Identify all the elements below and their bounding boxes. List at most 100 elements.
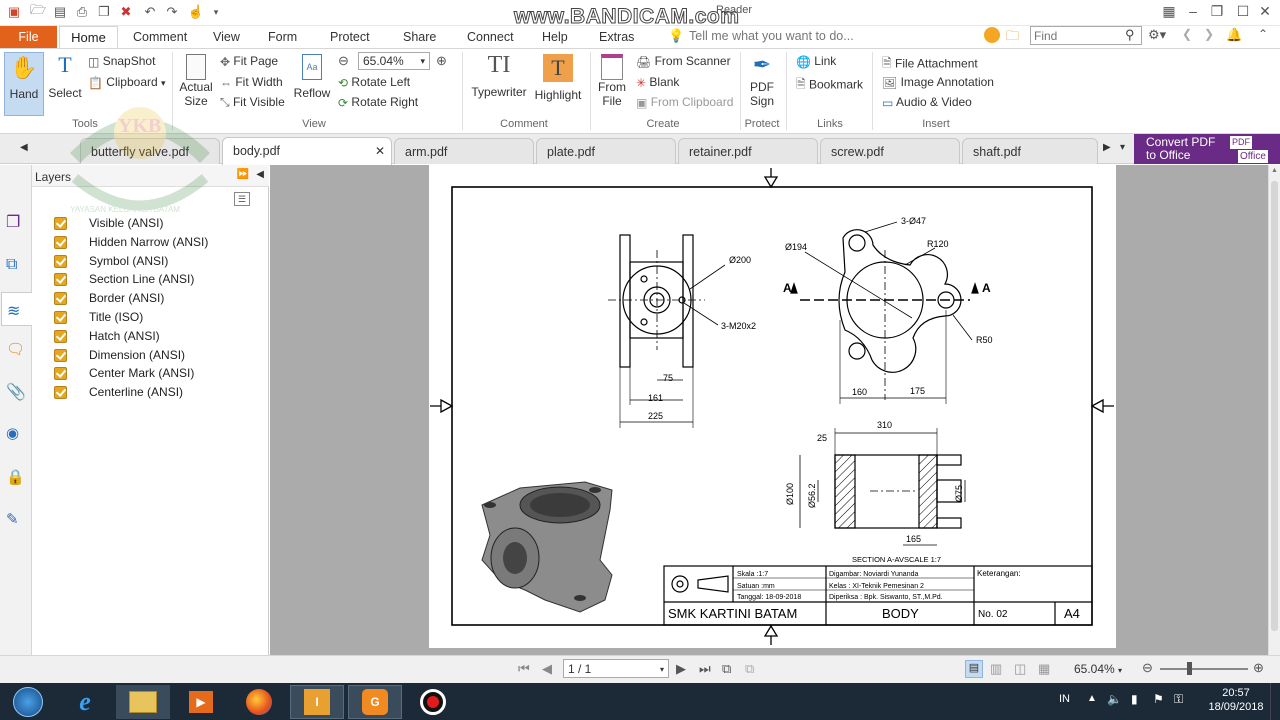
status-zoom-in-icon[interactable]: ⊕ [1253,660,1264,676]
taskbar-firefox[interactable] [232,685,286,719]
redo-icon[interactable]: ↷ [164,4,180,20]
tab-help[interactable]: Help [542,30,568,44]
tray-clock[interactable]: 20:57 18/09/2018 [1208,686,1264,714]
maximize-icon[interactable]: ☐ [1234,3,1252,21]
print-icon[interactable]: ⎙ [74,4,90,20]
tab-form[interactable]: Form [268,30,297,44]
typewriter-button[interactable]: TI Typewriter [470,52,528,116]
layer-checkbox[interactable] [54,329,67,343]
layer-item[interactable]: Symbol (ANSI) [54,252,168,270]
tab-protect[interactable]: Protect [330,30,370,44]
fit-width-button[interactable]: ⇔ Fit Width [220,75,283,90]
layer-item[interactable]: Hidden Narrow (ANSI) [54,233,208,251]
tab-view[interactable]: View [213,30,240,44]
vertical-scrollbar[interactable]: ▲ [1268,165,1280,655]
clipboard-button[interactable]: 📋 Clipboard ▾ [88,75,166,90]
bookmarks-icon[interactable]: ⧉ [6,256,26,276]
zoom-slider-thumb[interactable] [1187,662,1192,675]
tabs-list-icon[interactable]: ▾ [1120,142,1125,153]
layer-item[interactable]: Center Mark (ANSI) [54,364,194,382]
tell-me-search[interactable]: Tell me what you want to do... [689,29,854,43]
zoom-in-icon[interactable]: ⊕ [436,53,447,69]
last-page-icon[interactable]: ⏭ [699,661,711,677]
prev-page-icon[interactable]: ◀ [542,661,552,677]
from-file-button[interactable]: From File [596,52,628,116]
undo-icon[interactable]: ↶ [142,4,158,20]
actual-size-button[interactable]: Actual Size [178,52,214,116]
tabs-scroll-left-icon[interactable]: ◀ [20,142,28,153]
taskbar-bandicam[interactable] [406,685,460,719]
link-button[interactable]: 🌐 Link [796,54,836,69]
close-window-icon[interactable]: ✕ [1256,3,1274,21]
show-desktop-button[interactable] [1270,683,1280,720]
layer-checkbox[interactable] [54,216,67,230]
file-attachment-button[interactable]: 🗎 File Attachment [882,54,978,75]
select-button[interactable]: T Select [48,52,82,116]
smiley-icon[interactable] [984,27,1000,43]
attachments-icon[interactable]: 📎 [6,382,26,402]
customize-arrow-icon[interactable]: ▾ [208,4,224,20]
hand-small-icon[interactable]: ☝ [188,4,204,20]
tab-doc[interactable]: plate.pdf [536,138,676,164]
forward-nav-icon[interactable]: ❯ [1204,27,1214,41]
snapshot-button[interactable]: ◫ SnapShot [88,54,155,69]
tray-arrow-icon[interactable]: ▲ [1087,693,1097,704]
fit-page-button[interactable]: ✥ Fit Page [220,54,278,69]
find-folder-icon[interactable]: 🗀 [1006,27,1019,49]
tabs-scroll-right-icon[interactable]: ▶ [1103,142,1111,153]
layer-item[interactable]: Title (ISO) [54,308,143,326]
layer-checkbox[interactable] [54,385,67,399]
rotate-left-button[interactable]: ⟲ Rotate Left [338,75,410,90]
taskbar-media-player[interactable]: ▶ [174,685,228,719]
comments-icon[interactable]: 🗨 [6,340,26,360]
layer-item[interactable]: Section Line (ANSI) [54,270,194,288]
layer-options-icon[interactable]: ☰ [234,192,250,206]
tab-close-icon[interactable]: ✕ [375,144,385,158]
image-annotation-button[interactable]: 🖼 Image Annotation [882,75,994,90]
highlight-button[interactable]: T Highlight [534,52,582,116]
status-zoom-out-icon[interactable]: ⊖ [1142,660,1153,676]
continuous-facing-icon[interactable]: ▦ [1038,661,1050,677]
tray-power-icon[interactable]: ⚿ [1174,692,1183,707]
tray-network-icon[interactable]: ▮ [1131,692,1138,706]
taskbar-ie[interactable]: e [58,685,112,719]
tab-doc[interactable]: screw.pdf [820,138,960,164]
panel-expand-icon[interactable]: ⏩ [237,169,249,180]
ribbon-layout-icon[interactable]: ▦ [1160,3,1178,21]
back-nav-icon[interactable]: ❮ [1182,27,1192,41]
tray-language[interactable]: IN [1059,693,1070,705]
tab-extras[interactable]: Extras [599,30,634,44]
bell-icon[interactable]: 🔔 [1226,27,1242,43]
tab-doc[interactable]: shaft.pdf [962,138,1098,164]
start-button[interactable] [0,685,56,719]
layer-checkbox[interactable] [54,348,67,362]
tab-share[interactable]: Share [403,30,436,44]
layer-checkbox[interactable] [54,235,67,249]
extract-icon[interactable]: ⧉ [745,661,754,677]
panel-collapse-icon[interactable]: ◀ [256,169,264,180]
tab-doc[interactable]: retainer.pdf [678,138,818,164]
ribbon-collapse-icon[interactable]: ⌃ [1258,27,1268,41]
audio-video-button[interactable]: ▭ Audio & Video [882,95,972,110]
taskbar-explorer[interactable] [116,685,170,719]
save-icon[interactable]: ▤ [52,4,68,20]
tab-comment[interactable]: Comment [133,30,187,44]
restore-icon[interactable]: ❐ [1208,3,1226,21]
layer-checkbox[interactable] [54,366,67,380]
zoom-select[interactable]: 65.04% ▾ [358,52,430,70]
tab-doc-active[interactable]: body.pdf ✕ [222,137,392,165]
scroll-up-icon[interactable]: ▲ [1271,167,1278,174]
tray-flag-icon[interactable]: ⚑ [1153,692,1164,706]
tab-home[interactable]: Home [59,26,118,49]
layer-item[interactable]: Visible (ANSI) [54,214,163,232]
layer-checkbox[interactable] [54,254,67,268]
security-lock-icon[interactable]: 🔒 [6,468,26,488]
settings-gear-icon[interactable]: ⚙▾ [1148,27,1166,43]
layer-checkbox[interactable] [54,291,67,305]
layer-checkbox[interactable] [54,310,67,324]
layers-tab-active[interactable]: ≋ [1,292,32,326]
bookmark-button[interactable]: 🗎 Bookmark [796,75,863,96]
from-clipboard-button[interactable]: ▣ From Clipboard [636,95,733,110]
layer-item[interactable]: Border (ANSI) [54,289,164,307]
continuous-view-icon[interactable]: ▥ [990,661,1002,677]
